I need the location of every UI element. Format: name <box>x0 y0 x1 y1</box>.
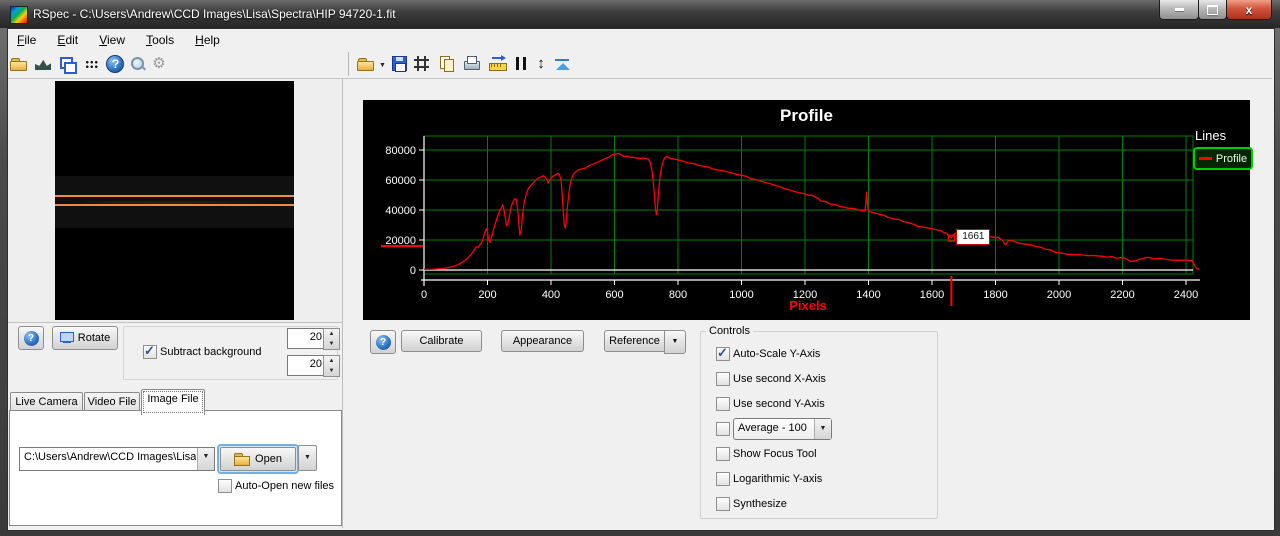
log-y-label: Logarithmic Y-axis <box>733 473 822 485</box>
background-offset-top-stepper[interactable]: ▲▼ <box>323 328 340 350</box>
stepper-up-icon[interactable]: ▲ <box>329 358 335 364</box>
synthesize-label: Synthesize <box>733 498 787 510</box>
menu-file[interactable]: File <box>8 30 45 50</box>
preview-help-button[interactable]: ? <box>18 326 44 350</box>
controls-title: Controls <box>706 325 753 337</box>
svg-text:0: 0 <box>410 265 416 277</box>
menu-edit[interactable]: Edit <box>48 30 87 50</box>
tab-image-file[interactable]: Image File <box>141 389 205 415</box>
selection-line-top[interactable] <box>55 195 294 197</box>
focus-tool-label: Show Focus Tool <box>733 448 817 460</box>
image-preview-panel <box>8 79 342 323</box>
average-arrow-icon[interactable]: ▼ <box>814 419 831 439</box>
svg-text:800: 800 <box>669 289 687 301</box>
panel-divider[interactable] <box>342 79 343 528</box>
rotate-label: Rotate <box>78 332 110 344</box>
second-x-axis-label: Use second X-Axis <box>733 373 826 385</box>
auto-open-label: Auto-Open new files <box>235 480 334 492</box>
cursor-value-badge: 1661 <box>956 229 990 245</box>
background-offset-top-value[interactable]: 20 <box>287 328 327 349</box>
svg-text:40000: 40000 <box>385 205 416 217</box>
help-question-icon: ? <box>24 331 39 346</box>
menu-view[interactable]: View <box>90 30 134 50</box>
svg-text:1800: 1800 <box>983 289 1007 301</box>
rotate-button[interactable]: Rotate <box>52 326 118 350</box>
help-question-icon: ? <box>376 335 391 350</box>
second-y-axis-checkbox[interactable] <box>716 397 730 411</box>
settings-gear-icon[interactable]: ⚙ <box>149 54 169 74</box>
auto-open-checkbox[interactable] <box>218 479 232 493</box>
reference-dropdown-arrow[interactable]: ▼ <box>664 330 686 354</box>
open-button[interactable]: Open <box>220 447 296 471</box>
svg-text:1600: 1600 <box>920 289 944 301</box>
second-x-axis-checkbox[interactable] <box>716 372 730 386</box>
minimize-icon <box>1175 8 1184 11</box>
minimize-button[interactable] <box>1159 0 1199 20</box>
background-offset-bottom-stepper[interactable]: ▲▼ <box>323 355 340 377</box>
menu-help[interactable]: Help <box>186 30 229 50</box>
file-path-combobox[interactable]: C:\Users\Andrew\CCD Images\Lisa ▼ <box>19 447 215 471</box>
svg-text:600: 600 <box>605 289 623 301</box>
profile-chart[interactable]: Profile 02000040000600008000002004006008… <box>363 100 1250 320</box>
subtract-background-checkbox[interactable] <box>143 345 157 359</box>
maximize-icon <box>1207 5 1218 15</box>
svg-text:2200: 2200 <box>1110 289 1134 301</box>
close-button[interactable]: x <box>1226 0 1272 20</box>
log-y-checkbox[interactable] <box>716 472 730 486</box>
synthesize-checkbox[interactable] <box>716 497 730 511</box>
open-label: Open <box>255 453 282 465</box>
legend-entry-profile[interactable]: Profile <box>1193 147 1253 170</box>
autoscale-y-label: Auto-Scale Y-Axis <box>733 348 820 360</box>
svg-text:400: 400 <box>542 289 560 301</box>
average-combobox[interactable]: Average - 100 ▼ <box>733 418 832 440</box>
calibrate-button[interactable]: Calibrate <box>401 330 482 352</box>
open-button-focus-ring: Open <box>217 444 299 474</box>
legend-title: Lines <box>1195 128 1226 143</box>
maximize-button[interactable] <box>1198 0 1227 20</box>
x-axis-label: Pixels <box>743 298 873 313</box>
legend-series-name: Profile <box>1216 153 1247 165</box>
monitor-icon <box>60 332 74 344</box>
stepper-down-icon[interactable]: ▼ <box>329 341 335 347</box>
window-title: RSpec - C:\Users\Andrew\CCD Images\Lisa\… <box>33 7 396 21</box>
profile-plot[interactable]: 0200004000060000800000200400600800100012… <box>363 100 1250 320</box>
open-folder-icon <box>234 453 250 465</box>
average-checkbox[interactable] <box>716 422 730 436</box>
svg-text:2000: 2000 <box>1047 289 1071 301</box>
subtract-background-label: Subtract background <box>160 346 262 358</box>
selection-line-bottom[interactable] <box>55 204 294 206</box>
autoscale-y-checkbox[interactable] <box>716 347 730 361</box>
average-value: Average - 100 <box>738 422 813 434</box>
svg-text:80000: 80000 <box>385 145 416 157</box>
fit-vertical-icon[interactable]: ↕ <box>531 54 551 74</box>
svg-text:0: 0 <box>421 289 427 301</box>
app-window: RSpec - C:\Users\Andrew\CCD Images\Lisa\… <box>0 0 1280 536</box>
file-path-value: C:\Users\Andrew\CCD Images\Lisa <box>24 451 196 463</box>
stepper-down-icon[interactable]: ▼ <box>329 368 335 374</box>
close-icon: x <box>1246 3 1253 17</box>
toolbar <box>8 50 1272 79</box>
open-profile-dropdown-arrow[interactable]: ▼ <box>379 62 386 69</box>
title-bar[interactable]: RSpec - C:\Users\Andrew\CCD Images\Lisa\… <box>0 0 1280 28</box>
svg-text:200: 200 <box>478 289 496 301</box>
legend-line-swatch <box>1199 157 1212 160</box>
svg-text:60000: 60000 <box>385 175 416 187</box>
combobox-arrow-icon[interactable]: ▼ <box>197 448 214 470</box>
appearance-button[interactable]: Appearance <box>501 330 584 352</box>
window-controls: x <box>1160 0 1272 19</box>
reference-button[interactable]: Reference <box>604 330 665 352</box>
ccd-image-preview[interactable] <box>55 81 294 320</box>
menu-tools[interactable]: Tools <box>137 30 183 50</box>
background-offset-bottom-value[interactable]: 20 <box>287 355 327 376</box>
focus-tool-checkbox[interactable] <box>716 447 730 461</box>
app-icon <box>10 6 28 24</box>
toolbar-separator <box>348 52 349 76</box>
profile-help-button[interactable]: ? <box>370 330 396 354</box>
open-dropdown-button[interactable]: ▼ <box>298 445 317 471</box>
second-y-axis-label: Use second Y-Axis <box>733 398 825 410</box>
menu-bar: File Edit View Tools Help <box>8 30 1272 50</box>
stepper-up-icon[interactable]: ▲ <box>329 331 335 337</box>
svg-text:2400: 2400 <box>1174 289 1198 301</box>
